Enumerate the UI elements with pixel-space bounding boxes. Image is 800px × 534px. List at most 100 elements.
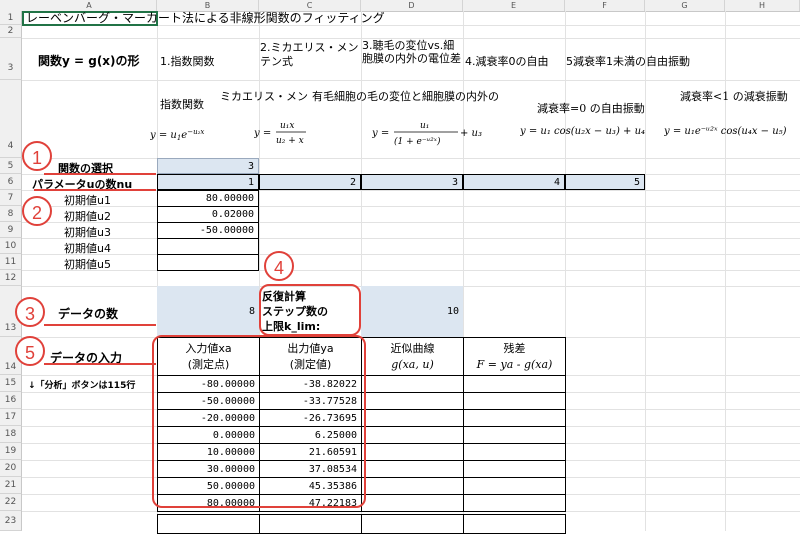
approx-cell[interactable] [361,443,464,461]
column-header-d[interactable]: D [361,0,463,11]
data-count-label: データの数 [58,307,119,321]
svg-text:y = u₁e⁻ᵘ²ˣ cos(u₄x − u₅): y = u₁e⁻ᵘ²ˣ cos(u₄x − u₅) [664,126,787,137]
row-header[interactable]: 2 [0,25,22,38]
row-header[interactable]: 20 [0,460,22,477]
svg-text:y = u1e−u₂x: y = u1e−u₂x [150,128,204,142]
badge-2: 2 [22,196,52,226]
init-value-cell[interactable]: -50.00000 [157,222,259,239]
column-header-g[interactable]: G [645,0,725,11]
column-header-e[interactable]: E [463,0,565,11]
approx-cell[interactable] [361,460,464,478]
equation-3: y = u₁ (1 + e⁻ᵘ²ˣ) + u₃ [371,118,492,153]
gridline [22,254,800,255]
row-header[interactable]: 7 [0,190,22,206]
equation-5-render: y = u₁e⁻ᵘ²ˣ cos(u₄x − u₅) [663,126,787,137]
equation-4: y = u₁ cos(u₂x − u₃) + u₄ [519,122,670,141]
param-count-cell[interactable]: 4 [463,174,565,190]
approx-cell[interactable] [361,375,464,393]
equation-2: y = u₁x u₂ + x [253,118,324,153]
func-title-4: 減衰率=0 の自由振動 [537,102,645,115]
empty-table-cell[interactable] [259,514,362,534]
spreadsheet-grid[interactable]: A B C D E F G H 1 2 3 4 5 6 7 8 9 10 11 … [0,0,800,534]
column-header-c[interactable]: C [259,0,361,11]
row-header[interactable]: 23 [0,511,22,531]
init-value-cell[interactable] [157,254,259,271]
empty-table-cell[interactable] [361,514,464,534]
column-header-a[interactable]: A [22,0,157,11]
iteration-limit-input[interactable]: 10 [361,286,463,337]
underline-3 [44,324,156,326]
init-value-cell[interactable] [157,238,259,255]
row-header[interactable]: 11 [0,254,22,270]
param-count-cell[interactable]: 2 [259,174,361,190]
row-header[interactable]: 5 [0,158,22,174]
param-count-cell[interactable]: 5 [565,174,645,190]
gridline [22,80,800,81]
approx-cell[interactable] [361,409,464,427]
equation-5: y = u₁e⁻ᵘ²ˣ cos(u₄x − u₅) [663,122,800,141]
approx-cell[interactable] [361,392,464,410]
func-title-5: 減衰率<1 の減衰振動 [680,90,788,103]
underline-5 [44,363,156,365]
table-header-residual: 残差 F = ya - g(xa) [463,337,566,376]
row-header[interactable]: 15 [0,375,22,392]
residual-cell[interactable] [463,426,566,444]
equation-3-render: y = u₁ (1 + e⁻ᵘ²ˣ) + u₃ [371,121,482,147]
empty-table-cell[interactable] [463,514,566,534]
row-header[interactable]: 1 [0,11,22,25]
init-label-3: 初期値u3 [64,226,111,239]
residual-cell[interactable] [463,392,566,410]
init-label-4: 初期値u4 [64,242,111,255]
badge-5: 5 [15,336,45,366]
residual-cell[interactable] [463,409,566,427]
row-header[interactable]: 21 [0,477,22,494]
approx-cell[interactable] [361,494,464,512]
column-header-f[interactable]: F [565,0,645,11]
row-header[interactable]: 12 [0,270,22,286]
empty-table-cell[interactable] [157,514,260,534]
svg-text:u₁: u₁ [420,121,429,131]
approx-cell[interactable] [361,477,464,495]
row-header[interactable]: 18 [0,426,22,443]
residual-cell[interactable] [463,460,566,478]
func-title-2: ミカエリス・メン [220,90,308,103]
table-header-residual-line2: F = ya - g(xa) [476,358,553,371]
sheet-title: レーベンバーグ・マーカート法による非線形関数のフィッティング [26,11,385,25]
row-header[interactable]: 22 [0,494,22,511]
table-header-residual-line1: 残差 [503,342,526,355]
approx-cell[interactable] [361,426,464,444]
function-select-input[interactable]: 3 [157,158,259,174]
row-header[interactable]: 4 [0,80,22,158]
equation-2-render: y = u₁x u₂ + x [253,121,306,146]
data-count-input[interactable]: 8 [157,286,259,337]
param-count-cell[interactable]: 3 [361,174,463,190]
row-header[interactable]: 9 [0,222,22,238]
column-header-b[interactable]: B [157,0,259,11]
svg-text:u₁x: u₁x [280,121,294,131]
highlight-iteration [259,284,361,336]
param-count-cell[interactable]: 1 [157,174,259,190]
svg-text:y = u₁ cos(u₂x − u₃) + u₄: y = u₁ cos(u₂x − u₃) + u₄ [520,126,645,137]
init-value-cell[interactable]: 80.00000 [157,190,259,207]
row-header[interactable]: 19 [0,443,22,460]
row-header[interactable]: 8 [0,206,22,222]
residual-cell[interactable] [463,443,566,461]
row-header[interactable]: 16 [0,392,22,409]
svg-text:+ u₃: + u₃ [460,128,482,139]
func-title-3: 有毛細胞の毛の変位と細胞膜の内外の [312,90,499,103]
equation-4-render: y = u₁ cos(u₂x − u₃) + u₄ [519,126,645,137]
badge-1: 1 [22,141,52,171]
gridline [645,11,646,531]
column-header-h[interactable]: H [725,0,800,11]
init-value-cell[interactable]: 0.02000 [157,206,259,223]
function-type-2: 2.ミカエリス・メンテン式 [260,41,359,68]
row-header[interactable]: 6 [0,174,22,190]
row-header[interactable]: 10 [0,238,22,254]
row-header[interactable]: 17 [0,409,22,426]
residual-cell[interactable] [463,477,566,495]
residual-cell[interactable] [463,375,566,393]
residual-cell[interactable] [463,494,566,512]
equation-1: y = u1e−u₂x [149,126,230,145]
badge-4: 4 [264,251,294,281]
row-header[interactable]: 3 [0,38,22,80]
